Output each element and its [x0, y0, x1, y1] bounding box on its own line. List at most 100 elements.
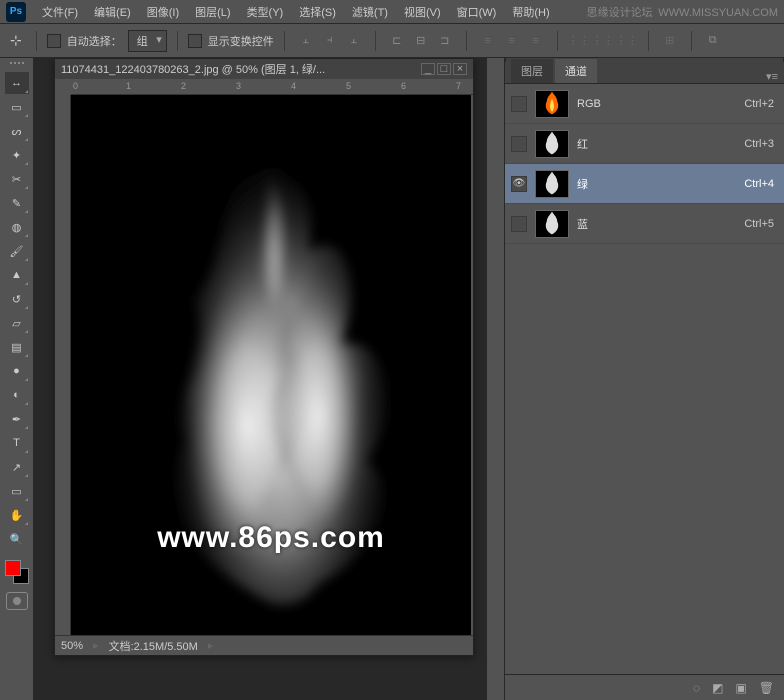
window-close-icon[interactable]: ×: [453, 63, 467, 75]
align-hmid-icon[interactable]: ⊟: [410, 30, 432, 52]
delete-channel-icon[interactable]: 🗑: [759, 681, 774, 695]
menu-layer[interactable]: 图层(L): [187, 4, 238, 20]
show-transform-label: 显示变换控件: [208, 33, 274, 49]
panel-menu-icon[interactable]: ▾≡: [760, 70, 784, 83]
forum-watermark: 思缘设计论坛 WWW.MISSYUAN.COM: [587, 4, 778, 20]
menu-filter[interactable]: 滤镜(T): [344, 4, 396, 20]
zoom-level[interactable]: 50%: [61, 640, 83, 652]
crop-tool[interactable]: ✂: [5, 168, 29, 190]
canvas-area: 11074431_122403780263_2.jpg @ 50% (图层 1,…: [34, 58, 486, 700]
channel-row-RGB[interactable]: RGBCtrl+2: [505, 84, 784, 124]
zoom-tool[interactable]: 🔍: [5, 528, 29, 550]
panels-dock: 图层 通道 ▾≡ RGBCtrl+2 红 Ctrl+3 👁 绿 Ctrl+4 蓝Ctrl+5…: [504, 58, 784, 700]
eraser-tool[interactable]: ▱: [5, 312, 29, 334]
move-tool-icon: ⊹: [6, 32, 26, 49]
dist-hmid-icon[interactable]: ⋮⋮: [592, 30, 614, 52]
channel-list: RGBCtrl+2 红 Ctrl+3 👁 绿 Ctrl+4 蓝Ctrl+5: [505, 84, 784, 244]
menu-window[interactable]: 窗口(W): [449, 4, 505, 20]
blur-tool[interactable]: ●: [5, 360, 29, 382]
visibility-toggle[interactable]: [511, 136, 527, 152]
show-transform-checkbox[interactable]: [188, 34, 202, 48]
healing-tool[interactable]: ◍: [5, 216, 29, 238]
eyedropper-tool[interactable]: ✎: [5, 192, 29, 214]
lasso-tool[interactable]: ᔕ: [5, 120, 29, 142]
visibility-toggle[interactable]: [511, 96, 527, 112]
channel-name: 红: [577, 136, 588, 152]
menu-file[interactable]: 文件(F): [34, 4, 86, 20]
history-brush-tool[interactable]: ↺: [5, 288, 29, 310]
channel-shortcut: Ctrl+5: [744, 218, 774, 230]
path-select-tool[interactable]: ↗: [5, 456, 29, 478]
channel-row-红[interactable]: 红 Ctrl+3: [505, 124, 784, 164]
menu-view[interactable]: 视图(V): [396, 4, 449, 20]
color-swatches[interactable]: [3, 558, 31, 586]
marquee-tool[interactable]: ▭: [5, 96, 29, 118]
channel-row-蓝[interactable]: 蓝Ctrl+5: [505, 204, 784, 244]
tab-layers[interactable]: 图层: [511, 59, 553, 83]
dist-bottom-icon[interactable]: ≡: [525, 30, 547, 52]
auto-select-label: 自动选择：: [67, 33, 122, 49]
menu-help[interactable]: 帮助(H): [504, 4, 557, 20]
ruler-horizontal[interactable]: 0 1 2 3 4 5 6 7: [71, 79, 473, 95]
menu-type[interactable]: 类型(Y): [239, 4, 292, 20]
dist-top-icon[interactable]: ≡: [477, 30, 499, 52]
tool-bar: ↔ ▭ ᔕ ✦ ✂ ✎ ◍ 🖌 ▲ ↺ ▱ ▤ ● ◐ ✒ T ↗ ▭ ✋ 🔍: [0, 58, 34, 700]
type-tool[interactable]: T: [5, 432, 29, 454]
window-max-icon[interactable]: □: [437, 63, 451, 75]
shape-tool[interactable]: ▭: [5, 480, 29, 502]
align-group-1: ⫠ ⫞ ⫠: [295, 30, 365, 52]
window-min-icon[interactable]: _: [421, 63, 435, 75]
align-right-icon[interactable]: ⊐: [434, 30, 456, 52]
new-channel-icon[interactable]: ▣: [735, 681, 746, 695]
align-top-icon[interactable]: ⫠: [295, 30, 317, 52]
pen-tool[interactable]: ✒: [5, 408, 29, 430]
dist-left-icon[interactable]: ⋮⋮: [568, 30, 590, 52]
auto-select-dropdown[interactable]: 组: [128, 30, 167, 52]
gradient-tool[interactable]: ▤: [5, 336, 29, 358]
align-group-2: ⊏ ⊟ ⊐: [386, 30, 456, 52]
visibility-toggle[interactable]: [511, 216, 527, 232]
brush-tool[interactable]: 🖌: [5, 240, 29, 262]
document-titlebar[interactable]: 11074431_122403780263_2.jpg @ 50% (图层 1,…: [55, 59, 473, 79]
channel-name: 绿: [577, 176, 588, 192]
channel-thumb: [535, 210, 569, 238]
magic-wand-tool[interactable]: ✦: [5, 144, 29, 166]
align-left-icon[interactable]: ⊏: [386, 30, 408, 52]
channel-shortcut: Ctrl+2: [744, 98, 774, 110]
menu-bar: Ps 文件(F) 编辑(E) 图像(I) 图层(L) 类型(Y) 选择(S) 滤…: [0, 0, 784, 24]
align-vmid-icon[interactable]: ⫞: [319, 30, 341, 52]
foreground-color-swatch[interactable]: [5, 560, 21, 576]
channel-shortcut: Ctrl+3: [744, 138, 774, 150]
load-selection-icon[interactable]: ◌: [693, 681, 700, 695]
menu-edit[interactable]: 编辑(E): [86, 4, 139, 20]
hand-tool[interactable]: ✋: [5, 504, 29, 526]
move-tool[interactable]: ↔: [5, 72, 29, 94]
menu-select[interactable]: 选择(S): [291, 4, 344, 20]
3d-mode-icon[interactable]: ⧉: [702, 30, 724, 52]
dodge-tool[interactable]: ◐: [5, 384, 29, 406]
channel-row-绿[interactable]: 👁 绿 Ctrl+4: [505, 164, 784, 204]
ruler-vertical[interactable]: [55, 95, 71, 635]
align-bottom-icon[interactable]: ⫠: [343, 30, 365, 52]
tab-channels[interactable]: 通道: [555, 59, 597, 83]
dist-right-icon[interactable]: ⋮⋮: [616, 30, 638, 52]
quick-mask-button[interactable]: [6, 592, 28, 610]
dist-vmid-icon[interactable]: ≡: [501, 30, 523, 52]
auto-align-icon[interactable]: ⊞: [659, 30, 681, 52]
channel-thumb: [535, 130, 569, 158]
app-logo: Ps: [6, 2, 26, 22]
menu-image[interactable]: 图像(I): [139, 4, 187, 20]
toolbar-grip-icon[interactable]: [2, 62, 32, 68]
canvas[interactable]: www.86ps.com: [71, 95, 471, 635]
channel-thumb: [535, 170, 569, 198]
panel-footer: ◌ ◩ ▣ 🗑: [505, 674, 784, 700]
document-window: 11074431_122403780263_2.jpg @ 50% (图层 1,…: [54, 58, 474, 656]
channel-shortcut: Ctrl+4: [744, 178, 774, 190]
distribute-group-1: ≡ ≡ ≡: [477, 30, 547, 52]
save-selection-icon[interactable]: ◩: [712, 681, 723, 695]
canvas-watermark: www.86ps.com: [157, 521, 385, 555]
visibility-toggle[interactable]: 👁: [511, 176, 527, 192]
stamp-tool[interactable]: ▲: [5, 264, 29, 286]
collapsed-panel-dock[interactable]: [486, 58, 504, 700]
auto-select-checkbox[interactable]: [47, 34, 61, 48]
